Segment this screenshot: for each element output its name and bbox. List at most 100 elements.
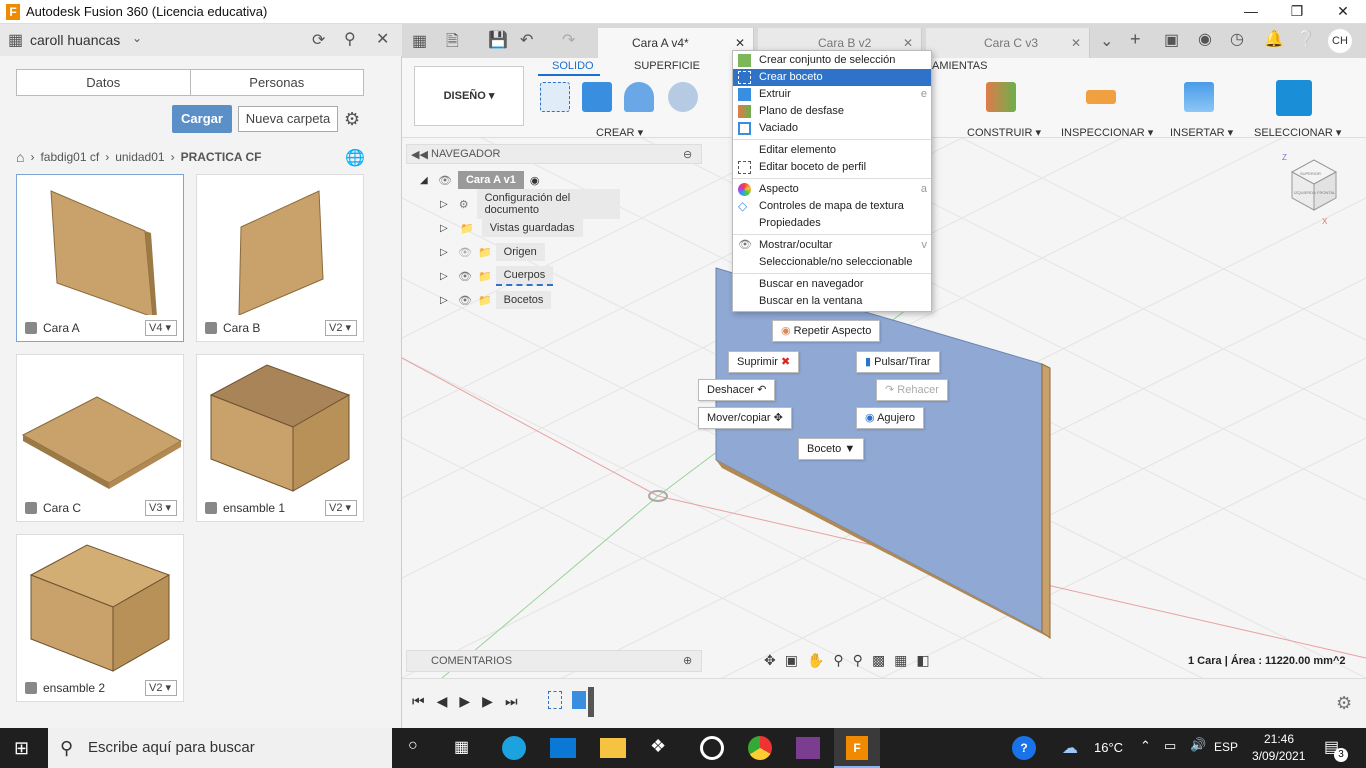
menu-item-shell[interactable]: Vaciado (733, 120, 931, 137)
tree-item[interactable]: ▷ ⚙ Configuración del documento (420, 189, 620, 219)
extrude-feature-icon[interactable] (572, 691, 586, 709)
expand-arrow-icon[interactable]: ▷ (440, 199, 451, 210)
create-sketch-icon[interactable] (540, 82, 570, 112)
extrude-icon[interactable] (582, 82, 612, 112)
gear-icon[interactable]: ⚙ (344, 109, 360, 130)
chevron-down-icon[interactable]: ⌄ (132, 31, 142, 45)
add-comment-icon[interactable]: ⊕ (683, 651, 692, 671)
file-card-cara-c[interactable]: Cara C V3 ▾ (16, 354, 184, 522)
chevron-up-icon[interactable]: ⌃ (1140, 738, 1151, 754)
expand-arrow-icon[interactable]: ▷ (440, 271, 452, 282)
menu-item-extrude[interactable]: Extruir e (733, 86, 931, 103)
refresh-icon[interactable]: ⟳ (312, 30, 325, 50)
volume-icon[interactable]: 🔊 (1190, 737, 1206, 753)
viewports-icon[interactable]: ◧ (916, 652, 929, 672)
undo-button[interactable]: Deshacer ↶ (698, 379, 776, 401)
select-icon[interactable] (1276, 80, 1312, 116)
language-indicator[interactable]: ESP (1214, 740, 1238, 754)
eye-icon[interactable]: 👁 (438, 174, 452, 187)
menu-item-find-in-browser[interactable]: Buscar en navegador (733, 276, 931, 293)
close-panel-icon[interactable]: ✕ (376, 29, 389, 49)
widgets-icon[interactable]: ▦ (454, 737, 469, 757)
file-card-ensamble-1[interactable]: ensamble 1 V2 ▾ (196, 354, 364, 522)
suppress-button[interactable]: Suprimir ✖ (728, 351, 800, 373)
collapse-icon[interactable]: ◀◀ (411, 148, 428, 161)
file-card-ensamble-2[interactable]: ensamble 2 V2 ▾ (16, 534, 184, 702)
step-forward-icon[interactable]: ▶ (482, 693, 493, 710)
new-tab-icon[interactable]: + (1130, 29, 1141, 50)
tab-personas[interactable]: Personas (189, 70, 364, 95)
eye-hidden-icon[interactable]: 👁 (458, 246, 472, 259)
apps-grid-icon[interactable]: ▦ (412, 31, 427, 51)
move-copy-button[interactable]: Mover/copiar ✥ (698, 407, 792, 429)
globe-icon[interactable]: 🌐 (345, 148, 365, 168)
construct-plane-icon[interactable] (986, 82, 1016, 112)
tab-herramientas[interactable]: AMIENTAS (932, 60, 987, 72)
menu-item-appearance[interactable]: Aspecto a (733, 181, 931, 198)
dropbox-icon[interactable]: ❖ (650, 736, 666, 757)
menu-item-create-sketch[interactable]: Crear boceto (733, 69, 931, 86)
close-window-button[interactable]: ✕ (1320, 0, 1366, 24)
tree-item[interactable]: ▷ 👁 📁 Cuerpos (420, 264, 620, 288)
menu-item-edit-feature[interactable]: Editar elemento (733, 142, 931, 159)
weather-temp[interactable]: 16°C (1094, 740, 1123, 755)
pan-icon[interactable]: ✋ (807, 652, 824, 672)
version-select[interactable]: V2 ▾ (325, 500, 357, 516)
restore-button[interactable]: ❐ (1274, 0, 1320, 24)
go-to-start-icon[interactable]: ⏮ (412, 693, 425, 710)
tab-cara-c[interactable]: Cara C v3 ✕ (926, 28, 1090, 58)
new-folder-button[interactable]: Nueva carpeta (238, 106, 338, 132)
collapse-arrow-icon[interactable]: ◢ (420, 175, 432, 186)
menu-item-show-hide[interactable]: 👁 Mostrar/ocultar v (733, 237, 931, 254)
timeline-marker[interactable] (588, 687, 594, 717)
go-to-end-icon[interactable]: ⏭ (505, 693, 518, 710)
tree-item[interactable]: ▷ 👁 📁 Origen (420, 240, 620, 264)
menu-item-selectable[interactable]: Seleccionable/no seleccionable (733, 254, 931, 271)
redo-icon[interactable]: ↷ (562, 30, 575, 50)
file-card-cara-b[interactable]: Cara B V2 ▾ (196, 174, 364, 342)
grid-settings-icon[interactable]: ▦ (894, 652, 907, 672)
taskbar-search-input[interactable]: ⚲ Escribe aquí para buscar (48, 728, 392, 768)
repeat-appearance-button[interactable]: ◉ Repetir Aspecto (772, 320, 881, 342)
avatar[interactable]: CH (1328, 29, 1352, 53)
file-explorer-icon[interactable] (600, 738, 626, 758)
press-pull-button[interactable]: ▮ Pulsar/Tirar (856, 351, 940, 373)
hole-button[interactable]: ◉ Agujero (856, 407, 924, 429)
file-menu-icon[interactable]: 🗎 (446, 30, 459, 57)
user-name[interactable]: caroll huancas (30, 32, 120, 48)
menu-item-create-selection-set[interactable]: Crear conjunto de selección (733, 52, 931, 69)
activate-radio-icon[interactable]: ◉ (530, 174, 540, 187)
close-tab-icon[interactable]: ✕ (1071, 28, 1081, 58)
tree-item[interactable]: ▷ 📁 Vistas guardadas (420, 216, 620, 240)
tab-cara-a[interactable]: Cara A v4* ✕ (598, 28, 754, 58)
menu-item-edit-profile-sketch[interactable]: Editar boceto de perfil (733, 159, 931, 176)
eye-icon[interactable]: 👁 (458, 294, 472, 307)
clock-date[interactable]: 3/09/2021 (1252, 749, 1305, 763)
apps-grid-icon[interactable]: ▦ (8, 30, 23, 50)
redo-button[interactable]: ↷ Rehacer (876, 379, 948, 401)
file-card-cara-a[interactable]: Cara A V4 ▾ (16, 174, 184, 342)
insert-image-icon[interactable] (1184, 82, 1214, 112)
bell-icon[interactable]: 🔔 (1264, 29, 1284, 49)
mail-icon[interactable] (550, 738, 576, 758)
timeline-settings-icon[interactable]: ⚙ (1336, 693, 1352, 714)
tab-superficie[interactable]: SUPERFICIE (634, 60, 700, 72)
version-select[interactable]: V3 ▾ (145, 500, 177, 516)
chrome-icon[interactable] (748, 736, 772, 760)
expand-arrow-icon[interactable]: ▷ (440, 295, 452, 306)
comments-icon[interactable]: ▣ (1164, 30, 1179, 50)
clock-time[interactable]: 21:46 (1264, 732, 1294, 746)
measure-icon[interactable] (1086, 90, 1116, 104)
play-icon[interactable]: ▶ (459, 693, 470, 710)
version-select[interactable]: V2 ▾ (145, 680, 177, 696)
expand-arrow-icon[interactable]: ▷ (440, 247, 452, 258)
undo-icon[interactable]: ↶ (520, 30, 533, 50)
breadcrumb-item[interactable]: fabdig01 cf (40, 150, 99, 164)
app-icon[interactable] (700, 736, 724, 760)
fit-icon[interactable]: ⚲ (853, 652, 863, 672)
job-status-icon[interactable]: ◉ (1198, 29, 1212, 49)
edge-icon[interactable] (502, 736, 526, 760)
minimize-panel-icon[interactable]: ⊖ (683, 148, 692, 161)
sketch-feature-icon[interactable] (548, 691, 562, 709)
look-at-icon[interactable]: ▣ (785, 652, 798, 672)
